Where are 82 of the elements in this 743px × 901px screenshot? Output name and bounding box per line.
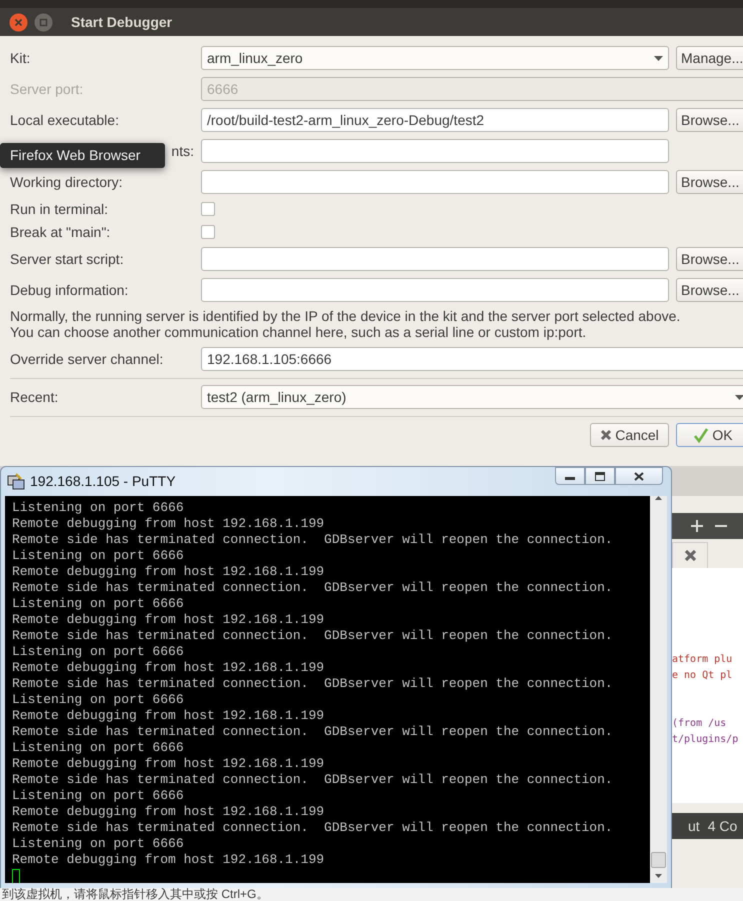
terminal-line: Listening on port 6666 — [12, 740, 185, 756]
ok-button[interactable]: OK — [676, 423, 743, 447]
close-icon[interactable] — [684, 549, 696, 562]
input-field[interactable] — [201, 278, 669, 302]
field-label: Kit: — [10, 50, 30, 66]
close-icon — [634, 472, 644, 480]
dropdown[interactable]: arm_linux_zero — [201, 46, 669, 70]
close-icon[interactable] — [9, 12, 28, 32]
plus-icon[interactable] — [690, 519, 704, 533]
terminal-line: Remote debugging from host 192.168.1.199 — [12, 564, 326, 580]
browse-button[interactable]: Browse... — [676, 278, 743, 302]
tab[interactable] — [672, 542, 708, 568]
terminal-line: Remote debugging from host 192.168.1.199 — [12, 804, 326, 820]
tooltip: Firefox Web Browser — [0, 143, 165, 168]
terminal-line: Listening on port 6666 — [12, 548, 185, 564]
status-text: 到该虚拟机，请将鼠标指针移入其中或按 Ctrl+G。 — [0, 888, 743, 901]
terminal-line: Listening on port 6666 — [12, 500, 185, 516]
terminal-line: Remote debugging from host 192.168.1.199 — [12, 852, 326, 868]
field-label: Local executable: — [10, 112, 119, 128]
maximize-icon[interactable] — [34, 12, 53, 32]
field-label: Break at "main": — [10, 224, 112, 240]
dropdown-arrow-icon — [654, 56, 663, 60]
check-icon — [693, 428, 710, 442]
maximize-button[interactable] — [585, 467, 615, 485]
input-field[interactable]: /root/build-test2-arm_linux_zero-Debug/test2 — [201, 108, 669, 132]
pane-tab[interactable]: ut — [688, 816, 700, 836]
terminal-icon — [7, 472, 25, 490]
field-label: Working directory: — [10, 174, 123, 190]
browse-button[interactable]: Browse... — [676, 247, 743, 271]
field-label: nts: — [171, 143, 194, 159]
close-button[interactable] — [615, 467, 663, 485]
terminal-line: Listening on port 6666 — [12, 836, 185, 852]
output-line: e no Qt pl — [672, 669, 734, 683]
output-line: (from /us — [672, 717, 728, 731]
pane-tab[interactable]: 4 Co — [708, 816, 738, 836]
output-line: atform plu — [672, 653, 734, 667]
input-field[interactable] — [201, 139, 669, 163]
field-label: Override server channel: — [10, 351, 164, 367]
terminal-line: Remote side has terminated connection. GDBserver will reopen the connection. — [12, 580, 614, 596]
browse-button[interactable]: Browse... — [676, 108, 743, 132]
field-label: Server port: — [10, 81, 84, 97]
terminal-line: Remote debugging from host 192.168.1.199 — [12, 756, 326, 772]
terminal-line: Remote side has terminated connection. GDBserver will reopen the connection. — [12, 772, 614, 788]
input-field[interactable] — [201, 170, 669, 194]
field-label: Recent: — [10, 389, 58, 405]
checkbox[interactable] — [201, 202, 215, 216]
field-label: Debug information: — [10, 282, 128, 298]
scrollbar[interactable] — [650, 496, 667, 883]
terminal-line: Remote side has terminated connection. GDBserver will reopen the connection. — [12, 820, 614, 836]
terminal-line: Listening on port 6666 — [12, 596, 185, 612]
cancel-button[interactable]: Cancel — [590, 423, 669, 447]
dropdown-arrow-icon — [735, 394, 743, 400]
checkbox[interactable] — [201, 225, 215, 239]
terminal-line: Remote side has terminated connection. GDBserver will reopen the connection. — [12, 676, 614, 692]
terminal-line: Remote side has terminated connection. GDBserver will reopen the connection. — [12, 724, 614, 740]
minimize-button[interactable] — [555, 467, 585, 485]
info-text: Normally, the running server is identified by the IP of the device in the kit and the server port selected above. You can choose another communication channel here, such as a serial line or custom ip:port. — [10, 308, 682, 340]
maximize-icon — [595, 472, 605, 480]
close-icon — [600, 429, 612, 441]
cursor — [12, 869, 20, 883]
browse-button[interactable]: Browse... — [676, 170, 743, 194]
output-line: t/plugins/p — [672, 733, 740, 747]
browse-button[interactable]: Manage... — [676, 46, 743, 70]
terminal-line: Listening on port 6666 — [12, 788, 185, 804]
window-title: Start Debugger — [71, 12, 172, 32]
field-label: Server start script: — [10, 251, 124, 267]
dropdown[interactable]: test2 (arm_linux_zero) — [201, 385, 743, 409]
input-field[interactable]: 192.168.1.105:6666 — [201, 347, 743, 371]
terminal-line: Listening on port 6666 — [12, 692, 185, 708]
terminal-line: Listening on port 6666 — [12, 644, 185, 660]
terminal-line: Remote side has terminated connection. GDBserver will reopen the connection. — [12, 532, 614, 548]
field-label: Run in terminal: — [10, 201, 110, 217]
window-title: 192.168.1.105 - PuTTY — [30, 472, 176, 491]
input-field[interactable] — [201, 247, 669, 271]
down-arrow-icon — [655, 874, 662, 878]
scroll-thumb[interactable] — [651, 852, 666, 868]
terminal-line: Remote debugging from host 192.168.1.199 — [12, 516, 326, 532]
up-arrow-icon — [655, 496, 662, 500]
terminal-line: Remote debugging from host 192.168.1.199 — [12, 708, 326, 724]
terminal-line: Remote debugging from host 192.168.1.199 — [12, 660, 326, 676]
terminal-line: Remote side has terminated connection. GDBserver will reopen the connection. — [12, 628, 614, 644]
terminal-line: Remote debugging from host 192.168.1.199 — [12, 612, 326, 628]
